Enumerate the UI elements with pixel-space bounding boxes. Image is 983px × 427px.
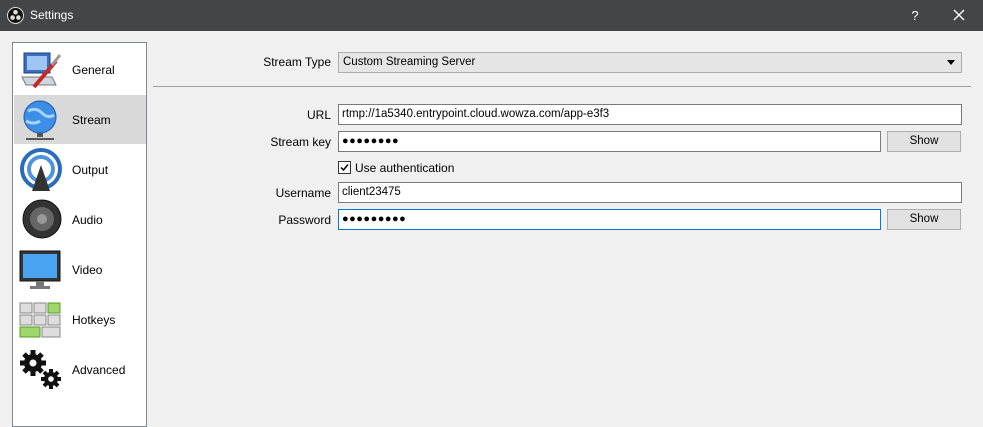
sidebar-item-output[interactable]: Output — [14, 145, 146, 194]
sidebar-item-label: Advanced — [72, 363, 126, 377]
stream-key-input[interactable]: ●●●●●●●● — [338, 131, 881, 152]
general-icon — [21, 52, 62, 89]
sidebar-item-audio[interactable]: Audio — [14, 195, 146, 244]
help-button[interactable]: ? — [905, 6, 925, 26]
show-password-button[interactable]: Show — [887, 209, 961, 230]
close-icon[interactable] — [946, 5, 972, 27]
sidebar-item-hotkeys[interactable]: Hotkeys — [14, 295, 146, 344]
username-input[interactable]: client23475 — [338, 182, 962, 203]
sidebar-item-stream[interactable]: Stream — [14, 95, 146, 144]
password-input[interactable]: ●●●●●●●●● — [338, 209, 881, 230]
use-authentication-checkbox[interactable] — [338, 161, 351, 174]
sidebar-item-general[interactable]: General — [14, 45, 146, 94]
sidebar-item-label: Stream — [72, 113, 111, 127]
show-stream-key-button[interactable]: Show — [887, 131, 961, 152]
stream-key-label: Stream key — [270, 135, 331, 149]
stream-type-select[interactable]: Custom Streaming Server — [338, 52, 962, 73]
audio-icon — [22, 199, 62, 239]
checkmark-icon — [340, 164, 349, 172]
sidebar-item-label: Audio — [72, 213, 103, 227]
sidebar-item-video[interactable]: Video — [14, 245, 146, 294]
password-label: Password — [278, 213, 331, 227]
stream-type-label: Stream Type — [263, 55, 331, 69]
advanced-icon — [20, 350, 61, 389]
stream-icon — [23, 100, 57, 140]
sidebar-item-label: General — [72, 63, 115, 77]
obs-logo-icon — [7, 7, 24, 24]
url-label: URL — [306, 108, 331, 122]
sidebar-item-label: Output — [72, 163, 109, 177]
sidebar-item-label: Hotkeys — [72, 313, 116, 327]
sidebar-item-label: Video — [72, 263, 103, 277]
sidebar-item-advanced[interactable]: Advanced — [14, 345, 146, 394]
hotkeys-icon — [19, 302, 61, 338]
window-title: Settings — [30, 8, 74, 22]
url-input[interactable]: rtmp://1a5340.entrypoint.cloud.wowza.com… — [338, 104, 962, 125]
title-bar: Settings ? — [0, 0, 983, 31]
chevron-down-icon — [947, 60, 955, 65]
divider — [153, 86, 971, 87]
output-icon — [20, 148, 62, 191]
stream-type-value: Custom Streaming Server — [343, 56, 476, 68]
video-icon — [19, 250, 61, 289]
settings-category-list: General Stream Output Audio Video Hotkey… — [12, 42, 147, 427]
use-authentication-label[interactable]: Use authentication — [355, 161, 454, 175]
username-label: Username — [275, 186, 331, 200]
